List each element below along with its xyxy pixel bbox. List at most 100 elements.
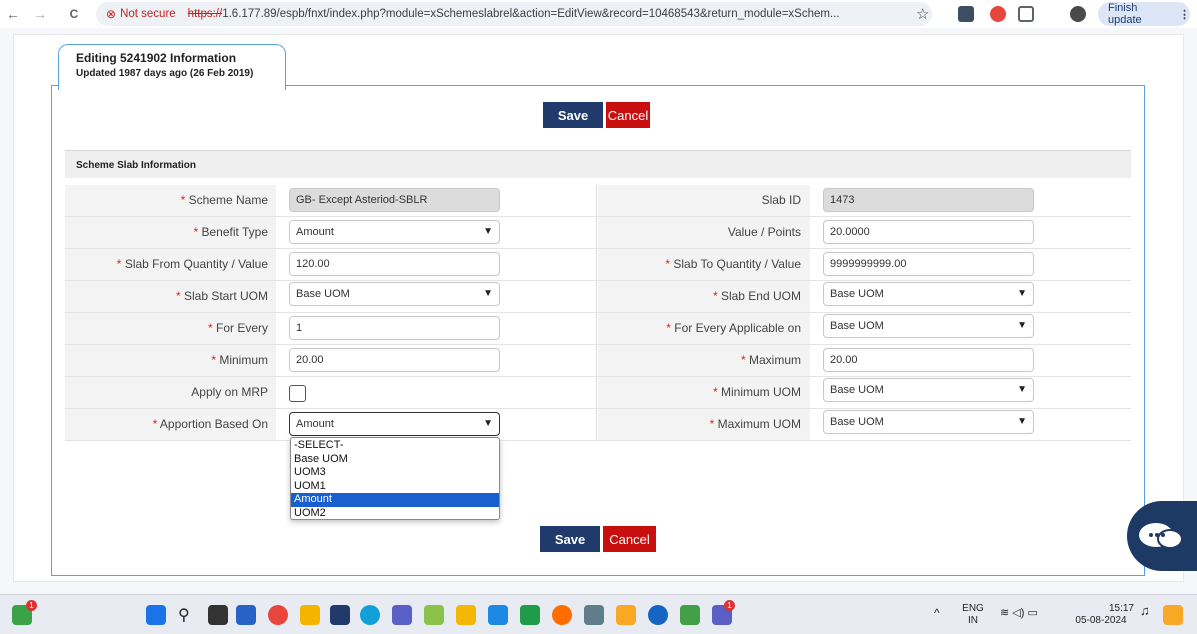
for-every-label: * For Every: [207, 321, 268, 335]
apportion-dropdown-list[interactable]: -SELECT- Base UOM UOM3 UOM1 Amount UOM2: [290, 437, 500, 520]
address-bar[interactable]: ⊗ Not secure https:// 1.6.177.89/espb/fn…: [96, 2, 932, 26]
chevron-up-icon[interactable]: ^: [934, 607, 940, 619]
mail-icon[interactable]: [330, 605, 350, 625]
language-indicator[interactable]: ENG IN: [958, 603, 988, 627]
section-header: Scheme Slab Information: [65, 150, 1131, 178]
taskbar: 1 ⚲ 1 ^ ENG IN ≋ ◁) ▭ 15:17 05-08-2024 ♫: [0, 594, 1197, 634]
notepad-icon[interactable]: [424, 605, 444, 625]
save-button-bottom[interactable]: Save: [540, 526, 600, 552]
excel-icon[interactable]: [520, 605, 540, 625]
dropdown-option[interactable]: -SELECT-: [291, 439, 499, 453]
chevron-down-icon: ▼: [483, 226, 493, 237]
form-row: * For Every 1 * For Every Applicable on …: [65, 313, 1131, 345]
network-app-icon[interactable]: [680, 605, 700, 625]
wifi-volume-battery-icon[interactable]: ≋ ◁) ▭: [1000, 607, 1038, 619]
apportion-select[interactable]: Amount ▼: [289, 412, 500, 436]
slab-from-label: * Slab From Quantity / Value: [116, 257, 268, 271]
color-extension-icon[interactable]: [990, 6, 1006, 22]
scheme-name-field: GB- Except Asteriod-SBLR: [289, 188, 500, 212]
slab-end-uom-select[interactable]: Base UOM ▼: [823, 282, 1034, 306]
slab-start-uom-select[interactable]: Base UOM ▼: [289, 282, 500, 306]
edge-icon[interactable]: [360, 605, 380, 625]
dropdown-option[interactable]: UOM2: [291, 507, 499, 521]
scheme-name-label: * Scheme Name: [180, 193, 268, 207]
chevron-down-icon: ▼: [1017, 384, 1027, 395]
snip-icon[interactable]: [584, 605, 604, 625]
notification-badge: 1: [26, 600, 37, 611]
slab-to-input[interactable]: 9999999999.00: [823, 252, 1034, 276]
vscode-icon[interactable]: [488, 605, 508, 625]
maximum-uom-label: * Maximum UOM: [709, 417, 801, 431]
folder-icon[interactable]: [456, 605, 476, 625]
forward-button[interactable]: →: [29, 3, 51, 25]
save-button-top[interactable]: Save: [543, 102, 603, 128]
finish-update-button[interactable]: Finish update ⋮: [1098, 2, 1190, 26]
back-button[interactable]: ←: [2, 3, 24, 25]
chevron-down-icon: ▼: [483, 288, 493, 299]
bell-icon[interactable]: ♫: [1140, 604, 1150, 617]
value-points-input[interactable]: 20.0000: [823, 220, 1034, 244]
task-view-icon[interactable]: [208, 605, 228, 625]
dropdown-option[interactable]: UOM3: [291, 466, 499, 480]
reload-button[interactable]: C: [63, 3, 85, 25]
windows-start-icon[interactable]: [146, 605, 166, 625]
skype-icon[interactable]: [648, 605, 668, 625]
edit-tab[interactable]: Editing 5241902 Information Updated 1987…: [58, 44, 286, 90]
form-row: * Scheme Name GB- Except Asteriod-SBLR S…: [65, 185, 1131, 217]
dropdown-option[interactable]: UOM1: [291, 480, 499, 494]
minimum-label: * Minimum: [211, 353, 268, 367]
minimum-uom-label: * Minimum UOM: [712, 385, 801, 399]
form-row: * Apportion Based On Amount ▼ * Maximum U…: [65, 409, 1131, 441]
puzzle-icon[interactable]: [1018, 6, 1034, 22]
chrome-icon[interactable]: [268, 605, 288, 625]
slab-start-uom-label: * Slab Start UOM: [175, 289, 268, 303]
tab-subtitle: Updated 1987 days ago (26 Feb 2019): [76, 68, 254, 79]
form-row: * Slab From Quantity / Value 120.00 * Sl…: [65, 249, 1131, 281]
form-row: * Slab Start UOM Base UOM ▼ * Slab End UO…: [65, 281, 1131, 313]
apply-mrp-checkbox[interactable]: [289, 385, 306, 402]
chevron-down-icon: ▼: [1017, 416, 1027, 427]
minimum-input[interactable]: 20.00: [289, 348, 500, 372]
slab-id-label: Slab ID: [761, 193, 801, 207]
maximum-input[interactable]: 20.00: [823, 348, 1034, 372]
kebab-menu-icon: ⋮: [1179, 8, 1190, 21]
search-icon[interactable]: ⚲: [178, 605, 198, 625]
profile-avatar[interactable]: [1070, 6, 1086, 22]
url-text: 1.6.177.89/espb/fnxt/index.php?module=xS…: [222, 8, 840, 20]
calendar-icon[interactable]: [300, 605, 320, 625]
chat-button[interactable]: [1127, 501, 1197, 571]
widget-icon[interactable]: [1163, 605, 1183, 625]
form-row: * Minimum 20.00 * Maximum 20.00: [65, 345, 1131, 377]
url-scheme: https://: [187, 8, 223, 20]
cancel-button-bottom[interactable]: Cancel: [603, 526, 656, 552]
not-secure-label: Not secure: [120, 8, 176, 20]
for-every-applicable-select[interactable]: Base UOM ▼: [823, 314, 1034, 338]
cancel-button-top[interactable]: Cancel: [606, 102, 650, 128]
teams-icon[interactable]: [236, 605, 256, 625]
bookmark-star-icon[interactable]: ☆: [916, 5, 929, 23]
benefit-type-select[interactable]: Amount ▼: [289, 220, 500, 244]
minimum-uom-select[interactable]: Base UOM ▼: [823, 378, 1034, 402]
form-row: * Benefit Type Amount ▼ Value / Points 20…: [65, 217, 1131, 249]
chevron-down-icon: ▼: [1017, 320, 1027, 331]
dropdown-option[interactable]: Base UOM: [291, 453, 499, 467]
dropdown-option-selected[interactable]: Amount: [291, 493, 499, 507]
slab-end-uom-label: * Slab End UOM: [712, 289, 801, 303]
tab-title: Editing 5241902 Information: [76, 51, 237, 65]
notification-badge: 1: [724, 600, 735, 611]
slab-from-input[interactable]: 120.00: [289, 252, 500, 276]
apply-mrp-label: Apply on MRP: [191, 385, 268, 399]
teams-work-icon[interactable]: [392, 605, 412, 625]
firefox-icon[interactable]: [552, 605, 572, 625]
for-every-input[interactable]: 1: [289, 316, 500, 340]
sublime-icon[interactable]: [616, 605, 636, 625]
chevron-down-icon: ▼: [1017, 288, 1027, 299]
slab-id-field: 1473: [823, 188, 1034, 212]
form-row: Apply on MRP * Minimum UOM Base UOM ▼: [65, 377, 1131, 409]
apportion-label: * Apportion Based On: [152, 417, 268, 431]
extension-icon[interactable]: [958, 6, 974, 22]
clock[interactable]: 15:17 05-08-2024: [1068, 603, 1134, 627]
finish-update-label: Finish update: [1108, 2, 1142, 26]
browser-toolbar: ← → C ⊗ Not secure https:// 1.6.177.89/e…: [0, 0, 1197, 28]
maximum-uom-select[interactable]: Base UOM ▼: [823, 410, 1034, 434]
